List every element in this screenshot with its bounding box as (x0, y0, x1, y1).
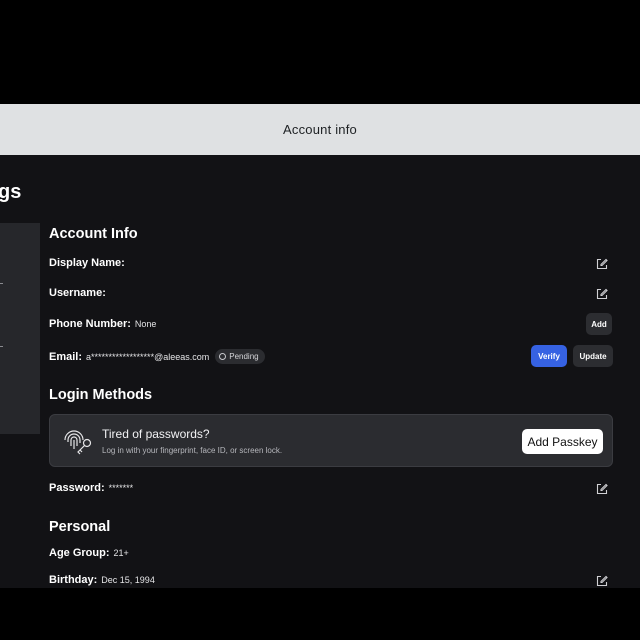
age-group-label: Age Group: (49, 547, 110, 559)
phone-label: Phone Number: (49, 318, 131, 330)
password-row: Password: ******* (49, 482, 133, 494)
age-group-row: Age Group: 21+ (49, 547, 129, 559)
email-label: Email: (49, 350, 83, 363)
display-name-label: Display Name: (49, 257, 125, 269)
add-passkey-button[interactable]: Add Passkey (522, 429, 603, 454)
username-row: Username: (49, 287, 106, 299)
birthday-value: Dec 15, 1994 (101, 575, 155, 585)
sidebar-item-mark (0, 283, 3, 284)
top-bar-title: Account info (283, 122, 357, 137)
edit-icon[interactable] (596, 258, 608, 270)
birthday-row: Birthday: Dec 15, 1994 (49, 574, 155, 586)
add-phone-button[interactable]: Add (586, 313, 612, 335)
passkey-banner: Tired of passwords? Log in with your fin… (49, 414, 613, 467)
edit-icon[interactable] (596, 575, 608, 587)
birthday-label: Birthday: (49, 574, 98, 586)
clock-icon (219, 353, 227, 360)
email-value: a******************@aleeas.com (86, 351, 210, 362)
age-group-value: 21+ (113, 548, 129, 558)
sidebar-item-mark (0, 346, 3, 347)
letterbox-bottom (0, 588, 640, 640)
sidebar[interactable] (0, 223, 40, 434)
password-value: ******* (108, 483, 134, 493)
verify-button[interactable]: Verify (531, 345, 567, 367)
status-badge-label: Pending (229, 352, 259, 361)
update-email-button[interactable]: Update (573, 345, 613, 367)
display-name-row: Display Name: (49, 257, 125, 269)
top-bar: Account info (0, 104, 640, 155)
personal-heading: Personal (49, 519, 111, 535)
page-title: gs (0, 181, 22, 203)
phone-row: Phone Number: None (49, 318, 156, 330)
fingerprint-key-icon (61, 426, 95, 456)
login-methods-heading: Login Methods (49, 387, 153, 403)
username-label: Username: (49, 287, 106, 299)
edit-icon[interactable] (596, 483, 608, 495)
passkey-banner-subtitle: Log in with your fingerprint, face ID, o… (102, 446, 283, 455)
passkey-banner-title: Tired of passwords? (102, 427, 210, 441)
password-label: Password: (49, 482, 105, 494)
email-row: Email: a******************@aleeas.com Pe… (49, 349, 265, 364)
settings-page: gs Account Info Display Name: Username: … (0, 155, 640, 588)
account-info-heading: Account Info (49, 226, 138, 242)
edit-icon[interactable] (596, 288, 608, 300)
phone-value: None (134, 319, 157, 329)
status-badge: Pending (215, 349, 265, 364)
